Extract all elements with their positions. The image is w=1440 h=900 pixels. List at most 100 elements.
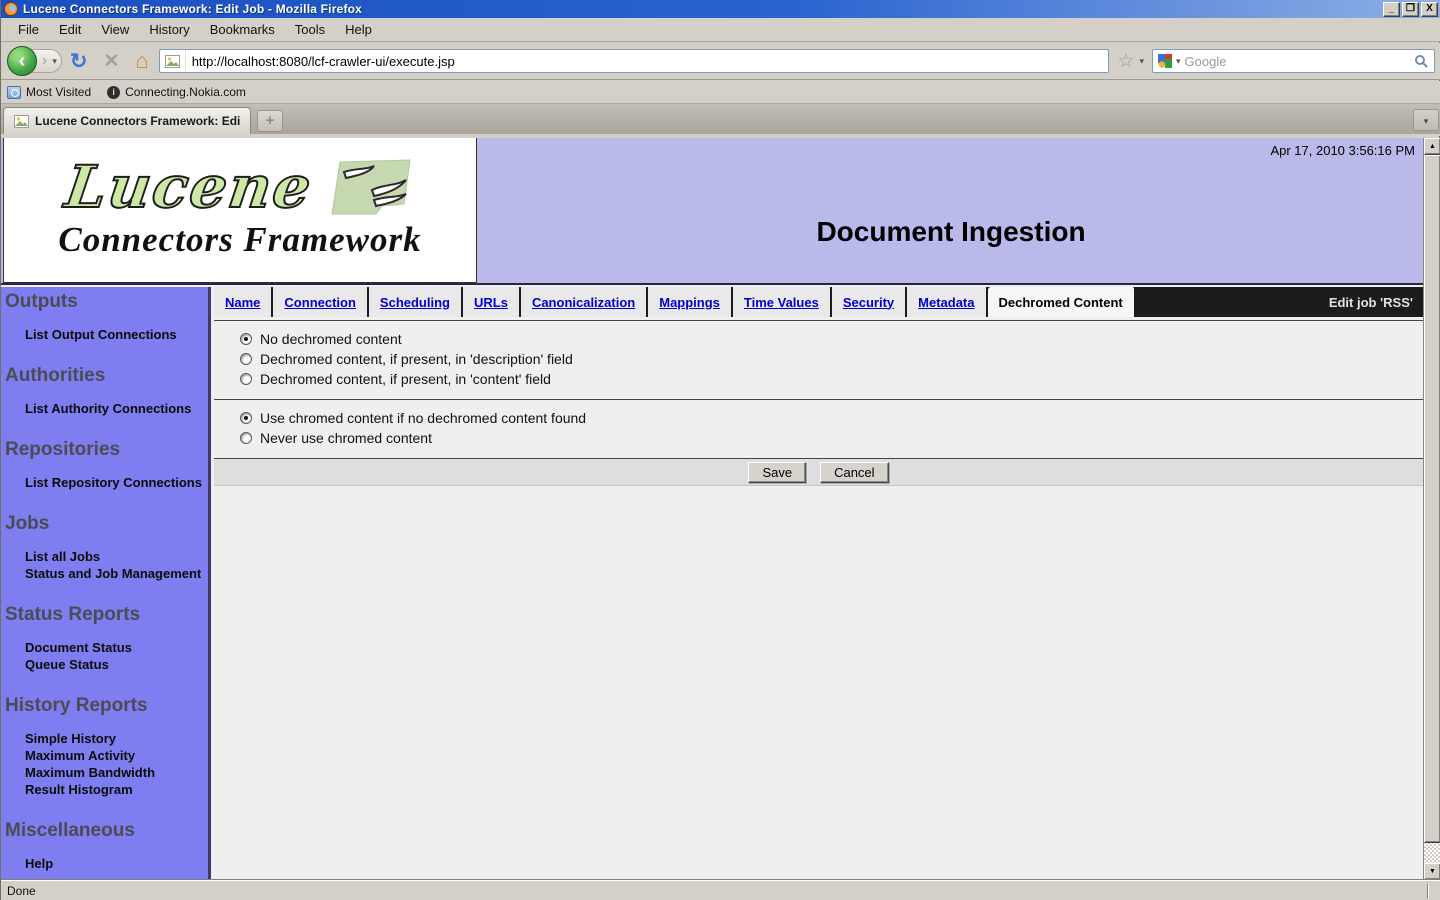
tab-security[interactable]: Security xyxy=(832,287,907,317)
search-icon[interactable] xyxy=(1414,54,1429,69)
tab-label[interactable]: Connection xyxy=(284,295,356,310)
tab-canonicalization[interactable]: Canonicalization xyxy=(521,287,648,317)
stop-icon[interactable]: ✕ xyxy=(103,52,119,71)
close-button[interactable]: X xyxy=(1421,2,1438,17)
page-header-band: Lucene Connectors Framework Apr 17, 2010… xyxy=(1,138,1423,285)
tab-label[interactable]: Scheduling xyxy=(380,295,450,310)
sidebar-link-list-output-connections[interactable]: List Output Connections xyxy=(25,327,208,343)
search-input[interactable]: Google xyxy=(1185,54,1414,69)
menu-file[interactable]: File xyxy=(9,19,48,40)
scroll-up-icon[interactable]: ▲ xyxy=(1424,138,1440,155)
back-button[interactable]: ‹ xyxy=(7,46,37,76)
history-dropdown-icon[interactable]: ▾ xyxy=(52,56,57,67)
search-engine-dropdown-icon[interactable]: ▾ xyxy=(1176,56,1181,67)
radio-row: Dechromed content, if present, in 'descr… xyxy=(240,349,1423,369)
sidebar-link-status-and-job-management[interactable]: Status and Job Management xyxy=(25,566,208,582)
minimize-button[interactable]: _ xyxy=(1383,2,1400,17)
tab-label[interactable]: Security xyxy=(843,295,894,310)
tab-connection[interactable]: Connection xyxy=(273,287,369,317)
tab-scheduling[interactable]: Scheduling xyxy=(369,287,463,317)
sidebar-link-document-status[interactable]: Document Status xyxy=(25,640,208,656)
sidebar-section-outputs: Outputs List Output Connections xyxy=(1,289,208,343)
sidebar-section-history-reports: History Reports Simple History Maximum A… xyxy=(1,693,208,798)
radio-never-use-chromed[interactable] xyxy=(240,432,252,444)
browser-tab-active[interactable]: Lucene Connectors Framework: Edit ... xyxy=(3,107,251,134)
tab-label[interactable]: Metadata xyxy=(918,295,974,310)
new-tab-button[interactable]: + xyxy=(257,110,283,132)
sidebar-link-list-all-jobs[interactable]: List all Jobs xyxy=(25,549,208,565)
sidebar-link-queue-status[interactable]: Queue Status xyxy=(25,657,208,673)
window-title: Lucene Connectors Framework: Edit Job - … xyxy=(23,2,1383,16)
edit-job-label: Edit job 'RSS' xyxy=(1329,295,1423,310)
tab-label[interactable]: Mappings xyxy=(659,295,720,310)
sidebar-heading: Status Reports xyxy=(1,602,208,626)
tab-label[interactable]: Time Values xyxy=(744,295,819,310)
menu-view[interactable]: View xyxy=(92,19,138,40)
title-bar: Lucene Connectors Framework: Edit Job - … xyxy=(1,0,1440,18)
scroll-down-icon[interactable]: ▼ xyxy=(1424,863,1440,880)
sidebar-link-help[interactable]: Help xyxy=(25,856,208,872)
tab-label[interactable]: URLs xyxy=(474,295,508,310)
radio-label: Dechromed content, if present, in 'descr… xyxy=(260,351,573,367)
radio-no-dechromed-content[interactable] xyxy=(240,333,252,345)
forward-button[interactable]: › xyxy=(42,53,47,69)
sidebar-heading: Miscellaneous xyxy=(1,818,208,842)
tab-label[interactable]: Dechromed Content xyxy=(999,295,1123,310)
restore-button[interactable]: ❐ xyxy=(1402,2,1419,17)
info-circle-icon: i xyxy=(107,86,120,99)
radio-dechromed-content-field[interactable] xyxy=(240,373,252,385)
sidebar-link-simple-history[interactable]: Simple History xyxy=(25,731,208,747)
tab-mappings[interactable]: Mappings xyxy=(648,287,733,317)
radio-use-chromed-if-none[interactable] xyxy=(240,412,252,424)
sidebar-heading: Jobs xyxy=(1,511,208,535)
sidebar-section-repositories: Repositories List Repository Connections xyxy=(1,437,208,491)
radio-label: Use chromed content if no dechromed cont… xyxy=(260,410,586,426)
tab-title: Lucene Connectors Framework: Edit ... xyxy=(35,114,240,128)
menu-bookmarks[interactable]: Bookmarks xyxy=(201,19,284,40)
bookmark-label: Most Visited xyxy=(26,85,91,99)
menu-history[interactable]: History xyxy=(140,19,198,40)
tab-time-values[interactable]: Time Values xyxy=(733,287,832,317)
radio-dechromed-description-field[interactable] xyxy=(240,353,252,365)
url-input[interactable]: http://localhost:8080/lcf-crawler-ui/exe… xyxy=(186,54,1109,69)
tab-label[interactable]: Name xyxy=(225,295,260,310)
sidebar-link-result-histogram[interactable]: Result Histogram xyxy=(25,782,208,798)
tab-label[interactable]: Canonicalization xyxy=(532,295,635,310)
tab-favicon xyxy=(14,115,29,128)
menu-edit[interactable]: Edit xyxy=(50,19,90,40)
sidebar-link-list-repository-connections[interactable]: List Repository Connections xyxy=(25,475,208,491)
logo-document-icon xyxy=(322,156,414,218)
google-logo-icon[interactable] xyxy=(1157,53,1173,69)
sidebar-link-maximum-bandwidth[interactable]: Maximum Bandwidth xyxy=(25,765,208,781)
cancel-button[interactable]: Cancel xyxy=(820,462,888,483)
menu-tools[interactable]: Tools xyxy=(286,19,334,40)
logo-subtitle: Connectors Framework xyxy=(58,220,421,260)
bookmark-dropdown-icon[interactable]: ▾ xyxy=(1139,56,1144,67)
tab-dechromed-content[interactable]: Dechromed Content xyxy=(988,287,1136,317)
radio-row: Use chromed content if no dechromed cont… xyxy=(240,408,1423,428)
sidebar-link-list-authority-connections[interactable]: List Authority Connections xyxy=(25,401,208,417)
url-bar[interactable]: http://localhost:8080/lcf-crawler-ui/exe… xyxy=(159,49,1110,73)
vertical-scrollbar[interactable]: ▲ ▼ xyxy=(1423,138,1440,880)
sidebar-link-maximum-activity[interactable]: Maximum Activity xyxy=(25,748,208,764)
search-box[interactable]: ▾ Google xyxy=(1152,49,1435,73)
sidebar-section-jobs: Jobs List all Jobs Status and Job Manage… xyxy=(1,511,208,582)
main-content: Name Connection Scheduling URLs Canonica… xyxy=(214,287,1423,880)
bookmark-star-icon[interactable]: ☆ xyxy=(1117,52,1134,71)
list-all-tabs-button[interactable]: ▾ xyxy=(1413,109,1439,131)
radio-row: Never use chromed content xyxy=(240,428,1423,448)
bookmark-most-visited[interactable]: Most Visited xyxy=(7,85,91,99)
menu-help[interactable]: Help xyxy=(336,19,381,40)
tab-name[interactable]: Name xyxy=(214,287,273,317)
tab-urls[interactable]: URLs xyxy=(463,287,521,317)
home-icon[interactable]: ⌂ xyxy=(135,50,148,72)
save-button[interactable]: Save xyxy=(748,462,806,483)
bookmark-connecting-nokia[interactable]: i Connecting.Nokia.com xyxy=(107,85,246,99)
browser-window: Lucene Connectors Framework: Edit Job - … xyxy=(0,0,1440,900)
reload-icon[interactable]: ↻ xyxy=(70,51,88,72)
bookmarks-bar: Most Visited i Connecting.Nokia.com xyxy=(1,81,1440,104)
tab-metadata[interactable]: Metadata xyxy=(907,287,987,317)
radio-row: No dechromed content xyxy=(240,329,1423,349)
scrollbar-thumb[interactable] xyxy=(1424,155,1440,843)
status-bar: Done xyxy=(1,880,1440,900)
